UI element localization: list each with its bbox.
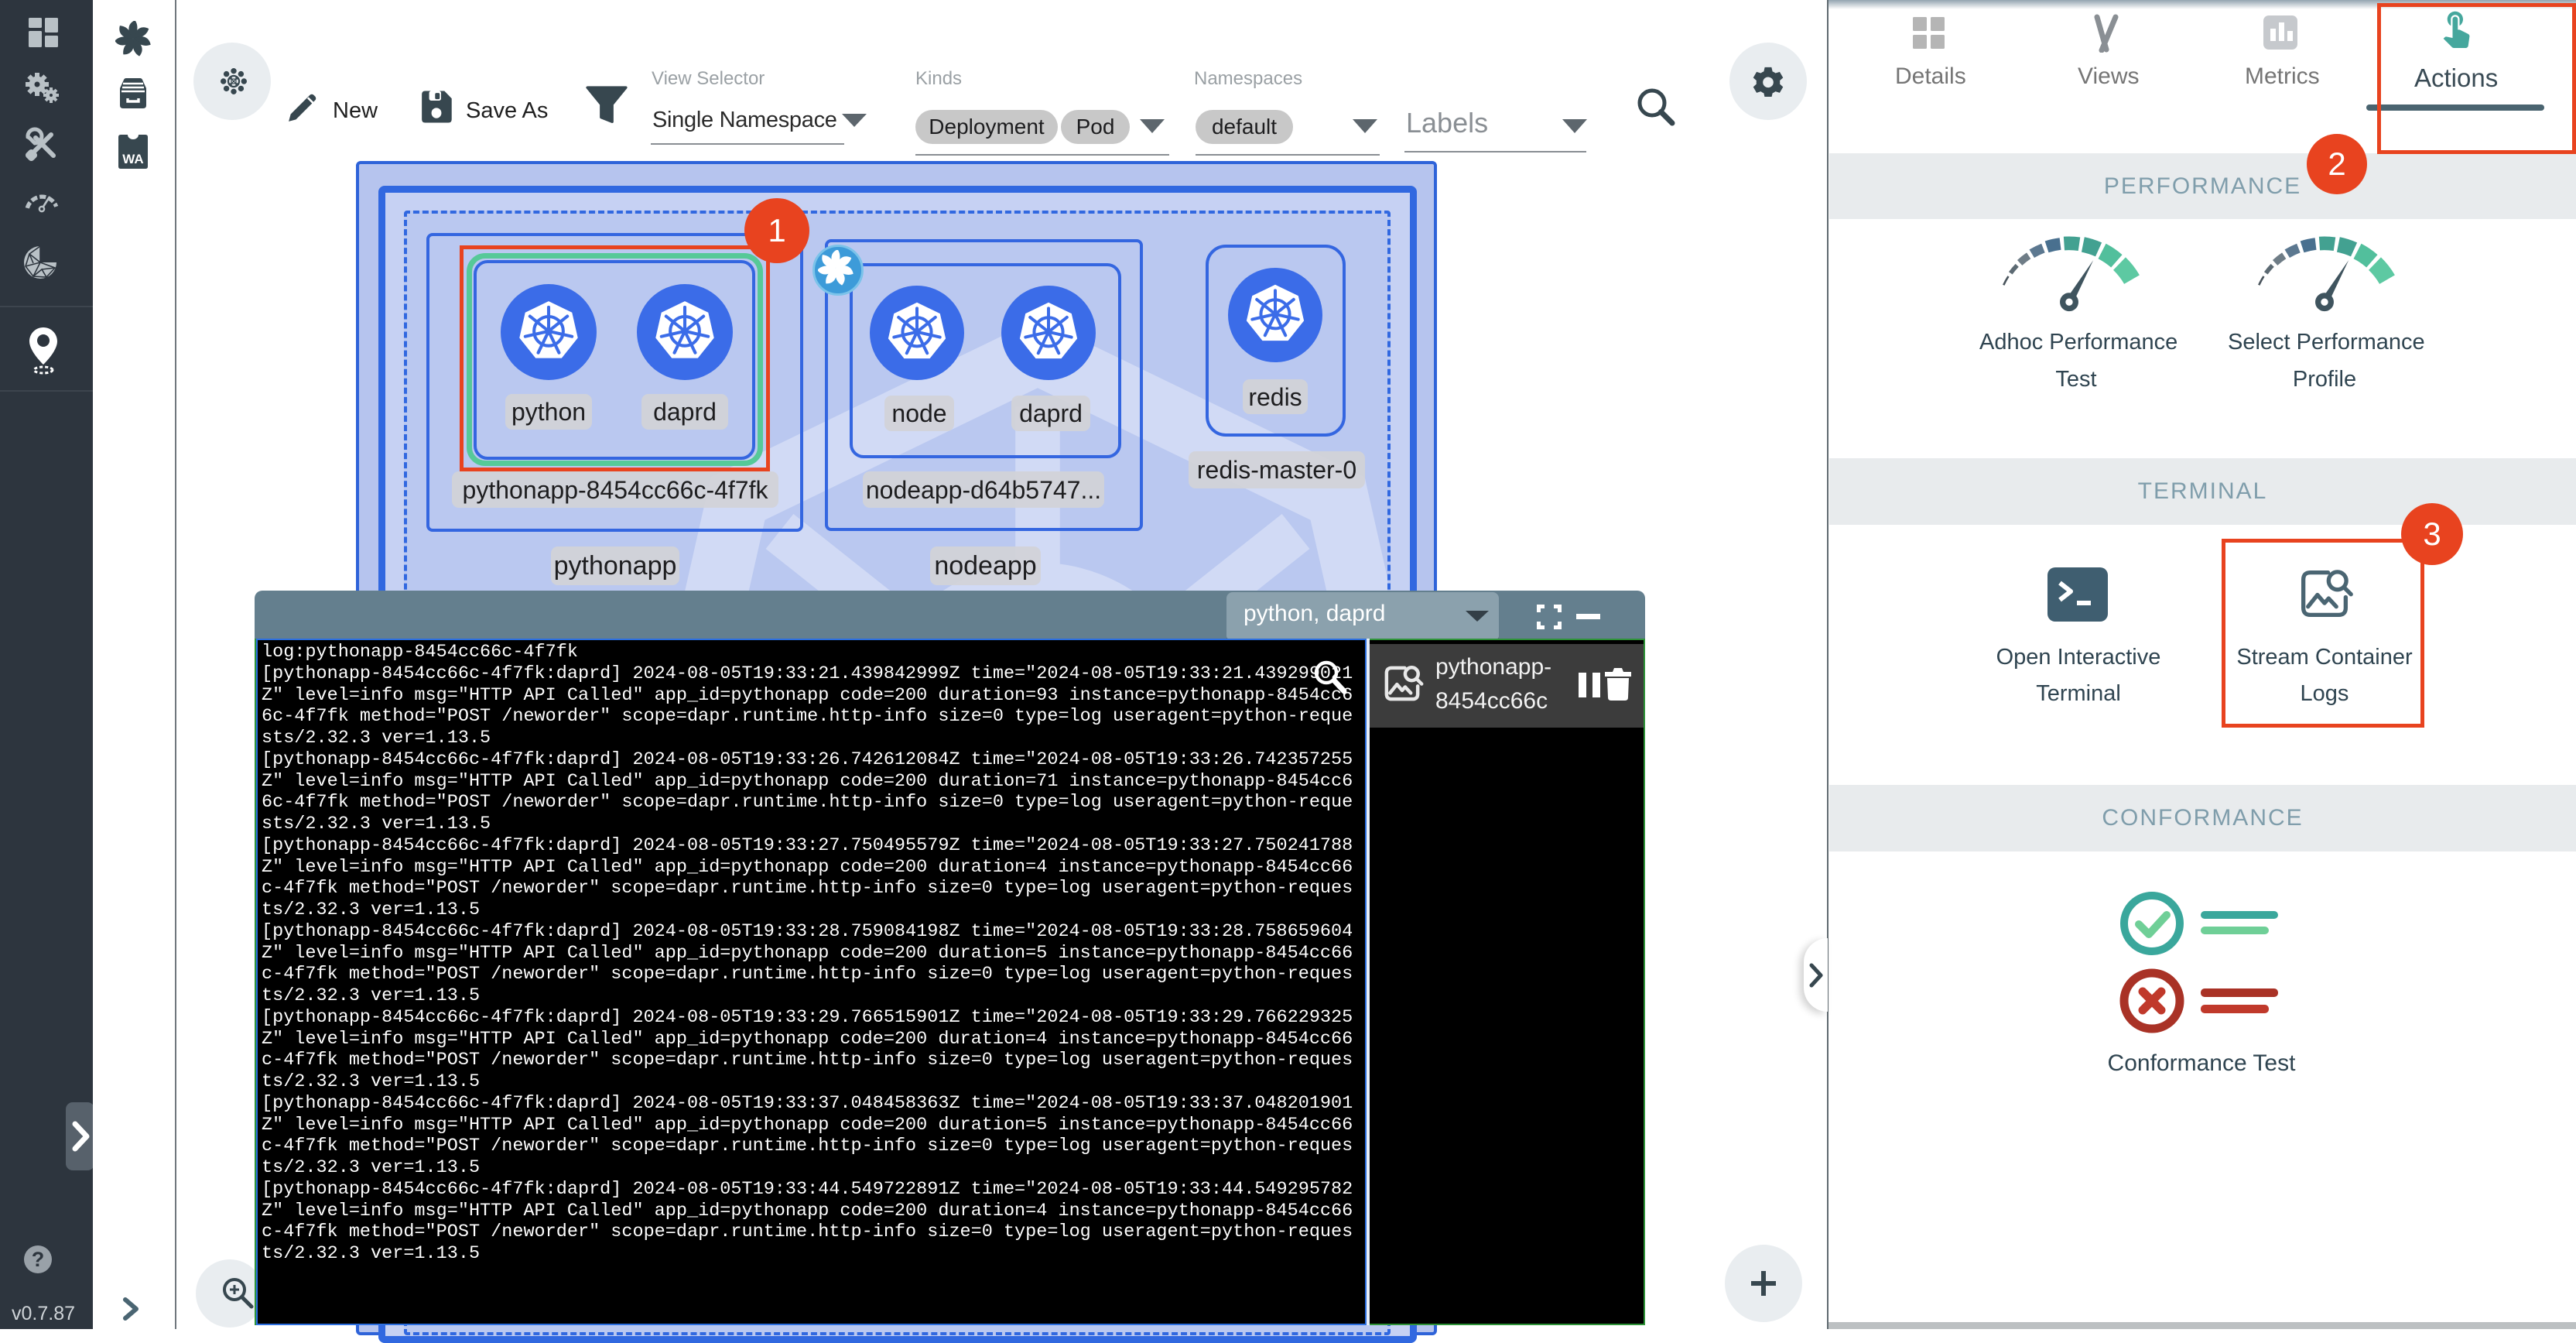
svg-text:WA: WA <box>122 152 143 166</box>
